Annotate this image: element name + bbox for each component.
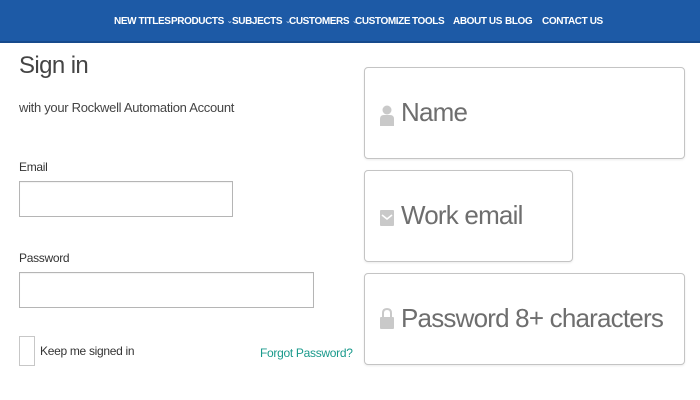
nav-item-label: CUSTOMIZE [355, 16, 411, 27]
nav-item-customers[interactable]: CUSTOMERS ⌄ [289, 16, 358, 30]
nav-item-label: TOOLS [412, 16, 445, 27]
nav-item-customize[interactable]: CUSTOMIZE [355, 16, 411, 30]
email-field[interactable] [19, 181, 233, 217]
nav-item-subjects[interactable]: SUBJECTS ⌄ [232, 16, 291, 30]
lock-icon [380, 307, 394, 329]
nav-item-label: NEW TITLES [114, 16, 171, 27]
register-password-field[interactable]: Password 8+ characters [364, 273, 685, 365]
keep-signed-in-checkbox[interactable] [19, 336, 35, 366]
nav-item-label: CONTACT US [542, 16, 603, 27]
nav-item-label: PRODUCTS [171, 16, 224, 27]
top-navigation-bar: NEW TITLES PRODUCTS ⌄ SUBJECTS ⌄ CUSTOMERS… [0, 0, 700, 43]
nav-item-products[interactable]: PRODUCTS ⌄ [171, 16, 233, 30]
nav-item-label: SUBJECTS [232, 16, 283, 27]
nav-item-new-titles[interactable]: NEW TITLES [114, 16, 171, 30]
name-placeholder: Name [401, 97, 468, 127]
person-icon [380, 105, 394, 126]
nav-item-label: ABOUT US [453, 16, 503, 27]
nav-item-label: CUSTOMERS [289, 16, 350, 27]
nav-item-blog[interactable]: BLOG [505, 16, 533, 30]
envelope-icon [380, 210, 394, 226]
name-field[interactable]: Name [364, 67, 685, 159]
keep-signed-in-label: Keep me signed in [40, 344, 135, 358]
password-label: Password [19, 251, 70, 265]
work-email-placeholder: Work email [401, 200, 523, 230]
forgot-password-link[interactable]: Forgot Password? [260, 346, 353, 360]
nav-item-tools[interactable]: TOOLS [412, 16, 445, 30]
page-title: Sign in [19, 52, 89, 79]
nav-item-contact-us[interactable]: CONTACT US [542, 16, 603, 30]
nav-item-label: BLOG [505, 16, 533, 27]
email-label: Email [19, 160, 48, 174]
register-password-placeholder: Password 8+ characters [401, 303, 664, 333]
work-email-field[interactable]: Work email [364, 170, 573, 262]
nav-item-about-us[interactable]: ABOUT US [453, 16, 502, 30]
signin-subtitle: with your Rockwell Automation Account [19, 100, 235, 115]
password-field[interactable] [19, 272, 314, 308]
